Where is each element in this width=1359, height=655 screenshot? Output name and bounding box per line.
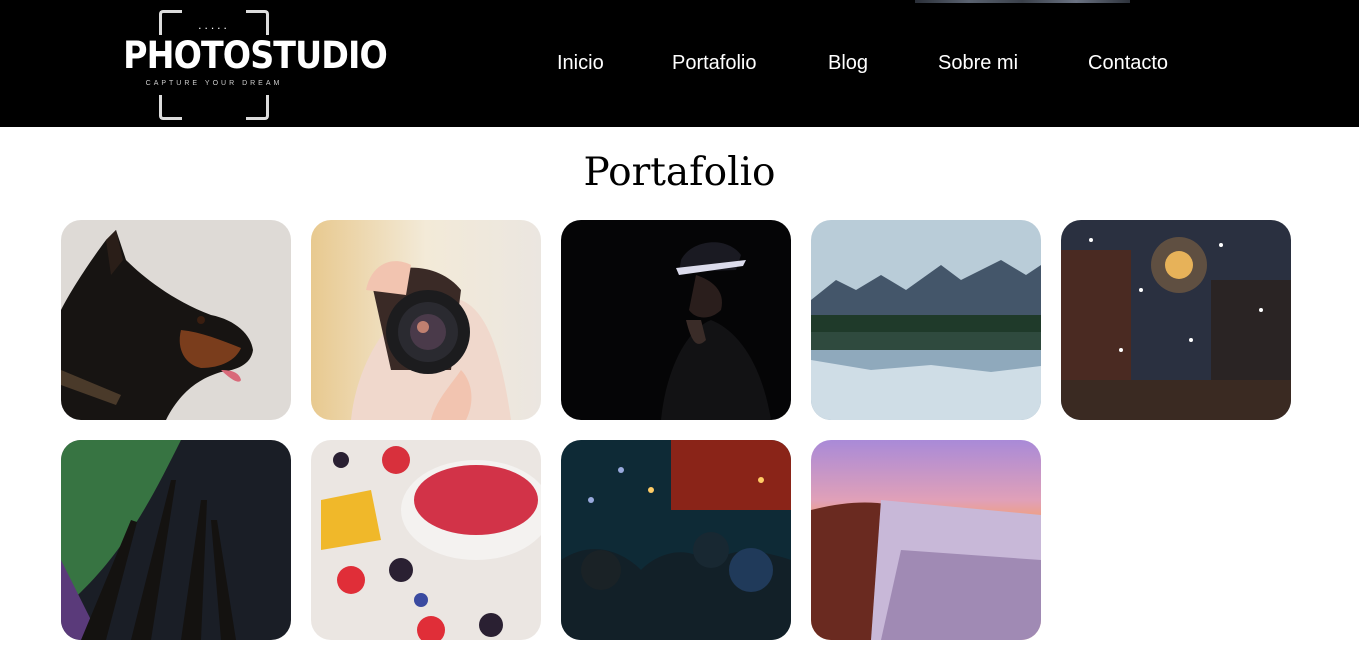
site-logo[interactable]: ..... PHOTOSTUDIO CAPTURE YOUR DREAM <box>113 10 388 120</box>
site-header: ..... PHOTOSTUDIO CAPTURE YOUR DREAM Ini… <box>0 0 1359 127</box>
gallery-photo-portrait[interactable] <box>561 220 791 420</box>
mountain-lake-image <box>811 220 1041 420</box>
village-sunset-image <box>811 440 1041 640</box>
dog-image <box>61 220 291 420</box>
gallery-photo-aurora[interactable] <box>61 440 291 640</box>
gallery-photo-night-street[interactable] <box>1061 220 1291 420</box>
nav-link-inicio[interactable]: Inicio <box>557 52 604 75</box>
gallery-photo-crowd[interactable] <box>561 440 791 640</box>
page-title: Portafolio <box>583 150 776 195</box>
aurora-image <box>61 440 291 640</box>
logo-tagline: CAPTURE YOUR DREAM <box>145 80 283 87</box>
nav-link-portafolio[interactable]: Portafolio <box>672 52 757 75</box>
gallery-photo-camera[interactable] <box>311 220 541 420</box>
gallery-photo-fruit-bowl[interactable] <box>311 440 541 640</box>
crowd-image <box>561 440 791 640</box>
header-image-strip <box>915 0 1130 3</box>
logo-frame-corner <box>159 95 182 120</box>
nav-link-sobre-mi[interactable]: Sobre mi <box>938 52 1018 75</box>
night-street-image <box>1061 220 1291 420</box>
fruit-bowl-image <box>311 440 541 640</box>
logo-frame-corner <box>246 95 269 120</box>
portrait-image <box>561 220 791 420</box>
gallery-photo-mountain-lake[interactable] <box>811 220 1041 420</box>
gallery-photo-dog[interactable] <box>61 220 291 420</box>
logo-dots: ..... <box>198 18 230 32</box>
gallery-photo-village-sunset[interactable] <box>811 440 1041 640</box>
nav-link-blog[interactable]: Blog <box>828 52 868 75</box>
nav-link-contacto[interactable]: Contacto <box>1088 52 1168 75</box>
camera-image <box>311 220 541 420</box>
logo-brand-name: PHOTOSTUDIO <box>123 34 388 77</box>
